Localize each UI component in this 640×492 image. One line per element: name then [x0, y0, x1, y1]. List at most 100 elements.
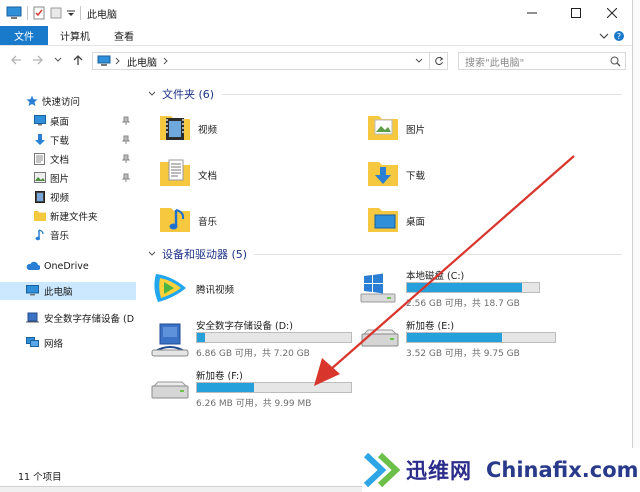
sidebar-item-label: 视频: [50, 193, 70, 204]
quick-access-toolbar: [0, 0, 81, 26]
folder-label: 文档: [198, 171, 218, 182]
search-placeholder: 搜索"此电脑": [465, 57, 525, 69]
sidebar-item-network[interactable]: 网络: [0, 334, 136, 352]
watermark-cn: 迅维网: [406, 459, 472, 483]
sidebar-item-label: 音乐: [50, 231, 70, 242]
drive-capacity: 6.86 GB 可用，共 7.20 GB: [196, 349, 310, 359]
item-count: 11 个项目: [18, 472, 62, 483]
watermark-en: Chinafix.com: [486, 458, 639, 482]
ribbon-tabs: 文件 计算机 查看 ?: [0, 26, 632, 46]
collapse-arrow-icon[interactable]: [148, 250, 156, 258]
watermark: 迅维网 Chinafix.com: [362, 448, 640, 492]
navigation-pane: 快速访问 桌面 下载 文档 图片 视频 新建文件夹 音乐 OneDrive 此电…: [0, 84, 136, 464]
sidebar-item-label: 图片: [50, 174, 70, 185]
drive-usage-bar: [406, 332, 556, 343]
picture-icon: [34, 172, 46, 183]
sidebar-item-documents[interactable]: 文档: [0, 150, 136, 168]
address-path[interactable]: 此电脑: [127, 54, 157, 69]
drive-name: 本地磁盘 (C:): [406, 271, 465, 282]
chevron-right-icon[interactable]: [115, 57, 121, 65]
drive-name: 新加卷 (E:): [406, 321, 455, 332]
title-bar: 此电脑: [0, 0, 632, 26]
drives-group-header[interactable]: 设备和驱动器 (5): [148, 246, 247, 262]
refresh-button[interactable]: [430, 52, 448, 70]
folder-videos[interactable]: 视频: [158, 110, 358, 150]
usb-storage-icon: [150, 322, 190, 358]
chinafix-logo-icon: [362, 451, 402, 489]
pictures-folder-icon: [366, 110, 400, 144]
sidebar-item-downloads[interactable]: 下载: [0, 131, 136, 149]
drive-e[interactable]: 新加卷 (E:) 3.52 GB 可用，共 9.75 GB: [360, 318, 560, 362]
folder-pictures[interactable]: 图片: [366, 110, 566, 150]
folder-downloads[interactable]: 下载: [366, 156, 566, 196]
music-folder-icon: [158, 202, 192, 236]
document-icon: [34, 153, 45, 165]
folder-documents[interactable]: 文档: [158, 156, 358, 196]
sidebar-item-secure-device[interactable]: 安全数字存储设备 (D: [0, 309, 136, 327]
search-input[interactable]: 搜索"此电脑": [458, 52, 626, 70]
folder-label: 图片: [406, 125, 426, 136]
window-title: 此电脑: [87, 9, 117, 21]
sidebar-item-music[interactable]: 音乐: [0, 226, 136, 244]
sidebar-item-label: 桌面: [50, 117, 70, 128]
back-arrow-icon[interactable]: [10, 54, 22, 66]
sidebar-item-onedrive[interactable]: OneDrive: [0, 257, 136, 275]
drive-c[interactable]: 本地磁盘 (C:) 2.56 GB 可用，共 18.7 GB: [360, 268, 560, 312]
forward-arrow-icon[interactable]: [32, 54, 44, 66]
drive-f[interactable]: 新加卷 (F:) 6.26 MB 可用，共 9.99 MB: [150, 368, 370, 412]
address-bar-row: 此电脑 搜索"此电脑": [0, 46, 632, 76]
close-button[interactable]: [592, 0, 632, 26]
new-folder-icon[interactable]: [50, 6, 62, 20]
recent-locations-icon[interactable]: [54, 56, 62, 64]
drive-usage-bar: [196, 332, 352, 343]
collapse-arrow-icon[interactable]: [148, 90, 156, 98]
video-icon: [35, 191, 45, 203]
folder-music[interactable]: 音乐: [158, 202, 358, 242]
chevron-right-icon[interactable]: [163, 57, 169, 65]
drive-tencent-video[interactable]: 腾讯视频: [150, 270, 350, 314]
drive-d[interactable]: 安全数字存储设备 (D:) 6.86 GB 可用，共 7.20 GB: [150, 318, 370, 362]
address-box[interactable]: 此电脑: [92, 52, 430, 70]
tab-computer[interactable]: 计算机: [48, 26, 102, 45]
computer-icon[interactable]: [6, 6, 22, 20]
pin-icon[interactable]: [122, 173, 130, 183]
sidebar-item-pictures[interactable]: 图片: [0, 169, 136, 187]
drive-capacity: 3.52 GB 可用，共 9.75 GB: [406, 349, 520, 359]
computer-icon: [26, 285, 39, 296]
sidebar-item-quick-access[interactable]: 快速访问: [0, 92, 136, 110]
hard-drive-icon: [360, 328, 400, 350]
drive-usage-fill: [197, 383, 254, 392]
sidebar-item-new-folder[interactable]: 新建文件夹: [0, 207, 136, 225]
group-title: 文件夹 (6): [162, 88, 215, 101]
drive-usage-fill: [407, 333, 502, 342]
up-arrow-icon[interactable]: [72, 54, 84, 66]
content-pane: 文件夹 (6) 视频 图片 文档 下载 音乐 桌面 设备和驱动器 (5) 腾讯视…: [136, 80, 632, 468]
background-window-edge: [632, 0, 640, 492]
sidebar-item-desktop[interactable]: 桌面: [0, 112, 136, 130]
expand-ribbon-icon[interactable]: ?: [598, 30, 626, 42]
properties-icon[interactable]: [33, 6, 45, 20]
search-icon[interactable]: [610, 56, 621, 67]
sidebar-item-label: 快速访问: [42, 97, 81, 108]
pin-icon[interactable]: [122, 116, 130, 126]
maximize-button[interactable]: [556, 0, 596, 26]
tab-view[interactable]: 查看: [102, 26, 146, 45]
drive-capacity: 6.26 MB 可用，共 9.99 MB: [196, 399, 312, 409]
tab-file[interactable]: 文件: [0, 26, 48, 45]
sidebar-item-videos[interactable]: 视频: [0, 188, 136, 206]
download-arrow-icon: [34, 134, 46, 146]
sidebar-item-this-pc[interactable]: 此电脑: [0, 282, 136, 300]
minimize-button[interactable]: [512, 0, 552, 26]
folder-label: 下载: [406, 171, 426, 182]
drive-usage-fill: [407, 283, 522, 292]
pin-icon[interactable]: [122, 135, 130, 145]
pin-icon[interactable]: [122, 154, 130, 164]
folder-desktop[interactable]: 桌面: [366, 202, 566, 242]
tencent-video-icon: [150, 270, 190, 306]
folders-group-header[interactable]: 文件夹 (6): [148, 86, 214, 102]
sidebar-item-label: 网络: [44, 339, 64, 350]
customize-toolbar-icon[interactable]: [67, 8, 75, 18]
drive-usage-fill: [197, 333, 205, 342]
address-dropdown-icon[interactable]: [415, 57, 423, 65]
downloads-folder-icon: [366, 156, 400, 190]
